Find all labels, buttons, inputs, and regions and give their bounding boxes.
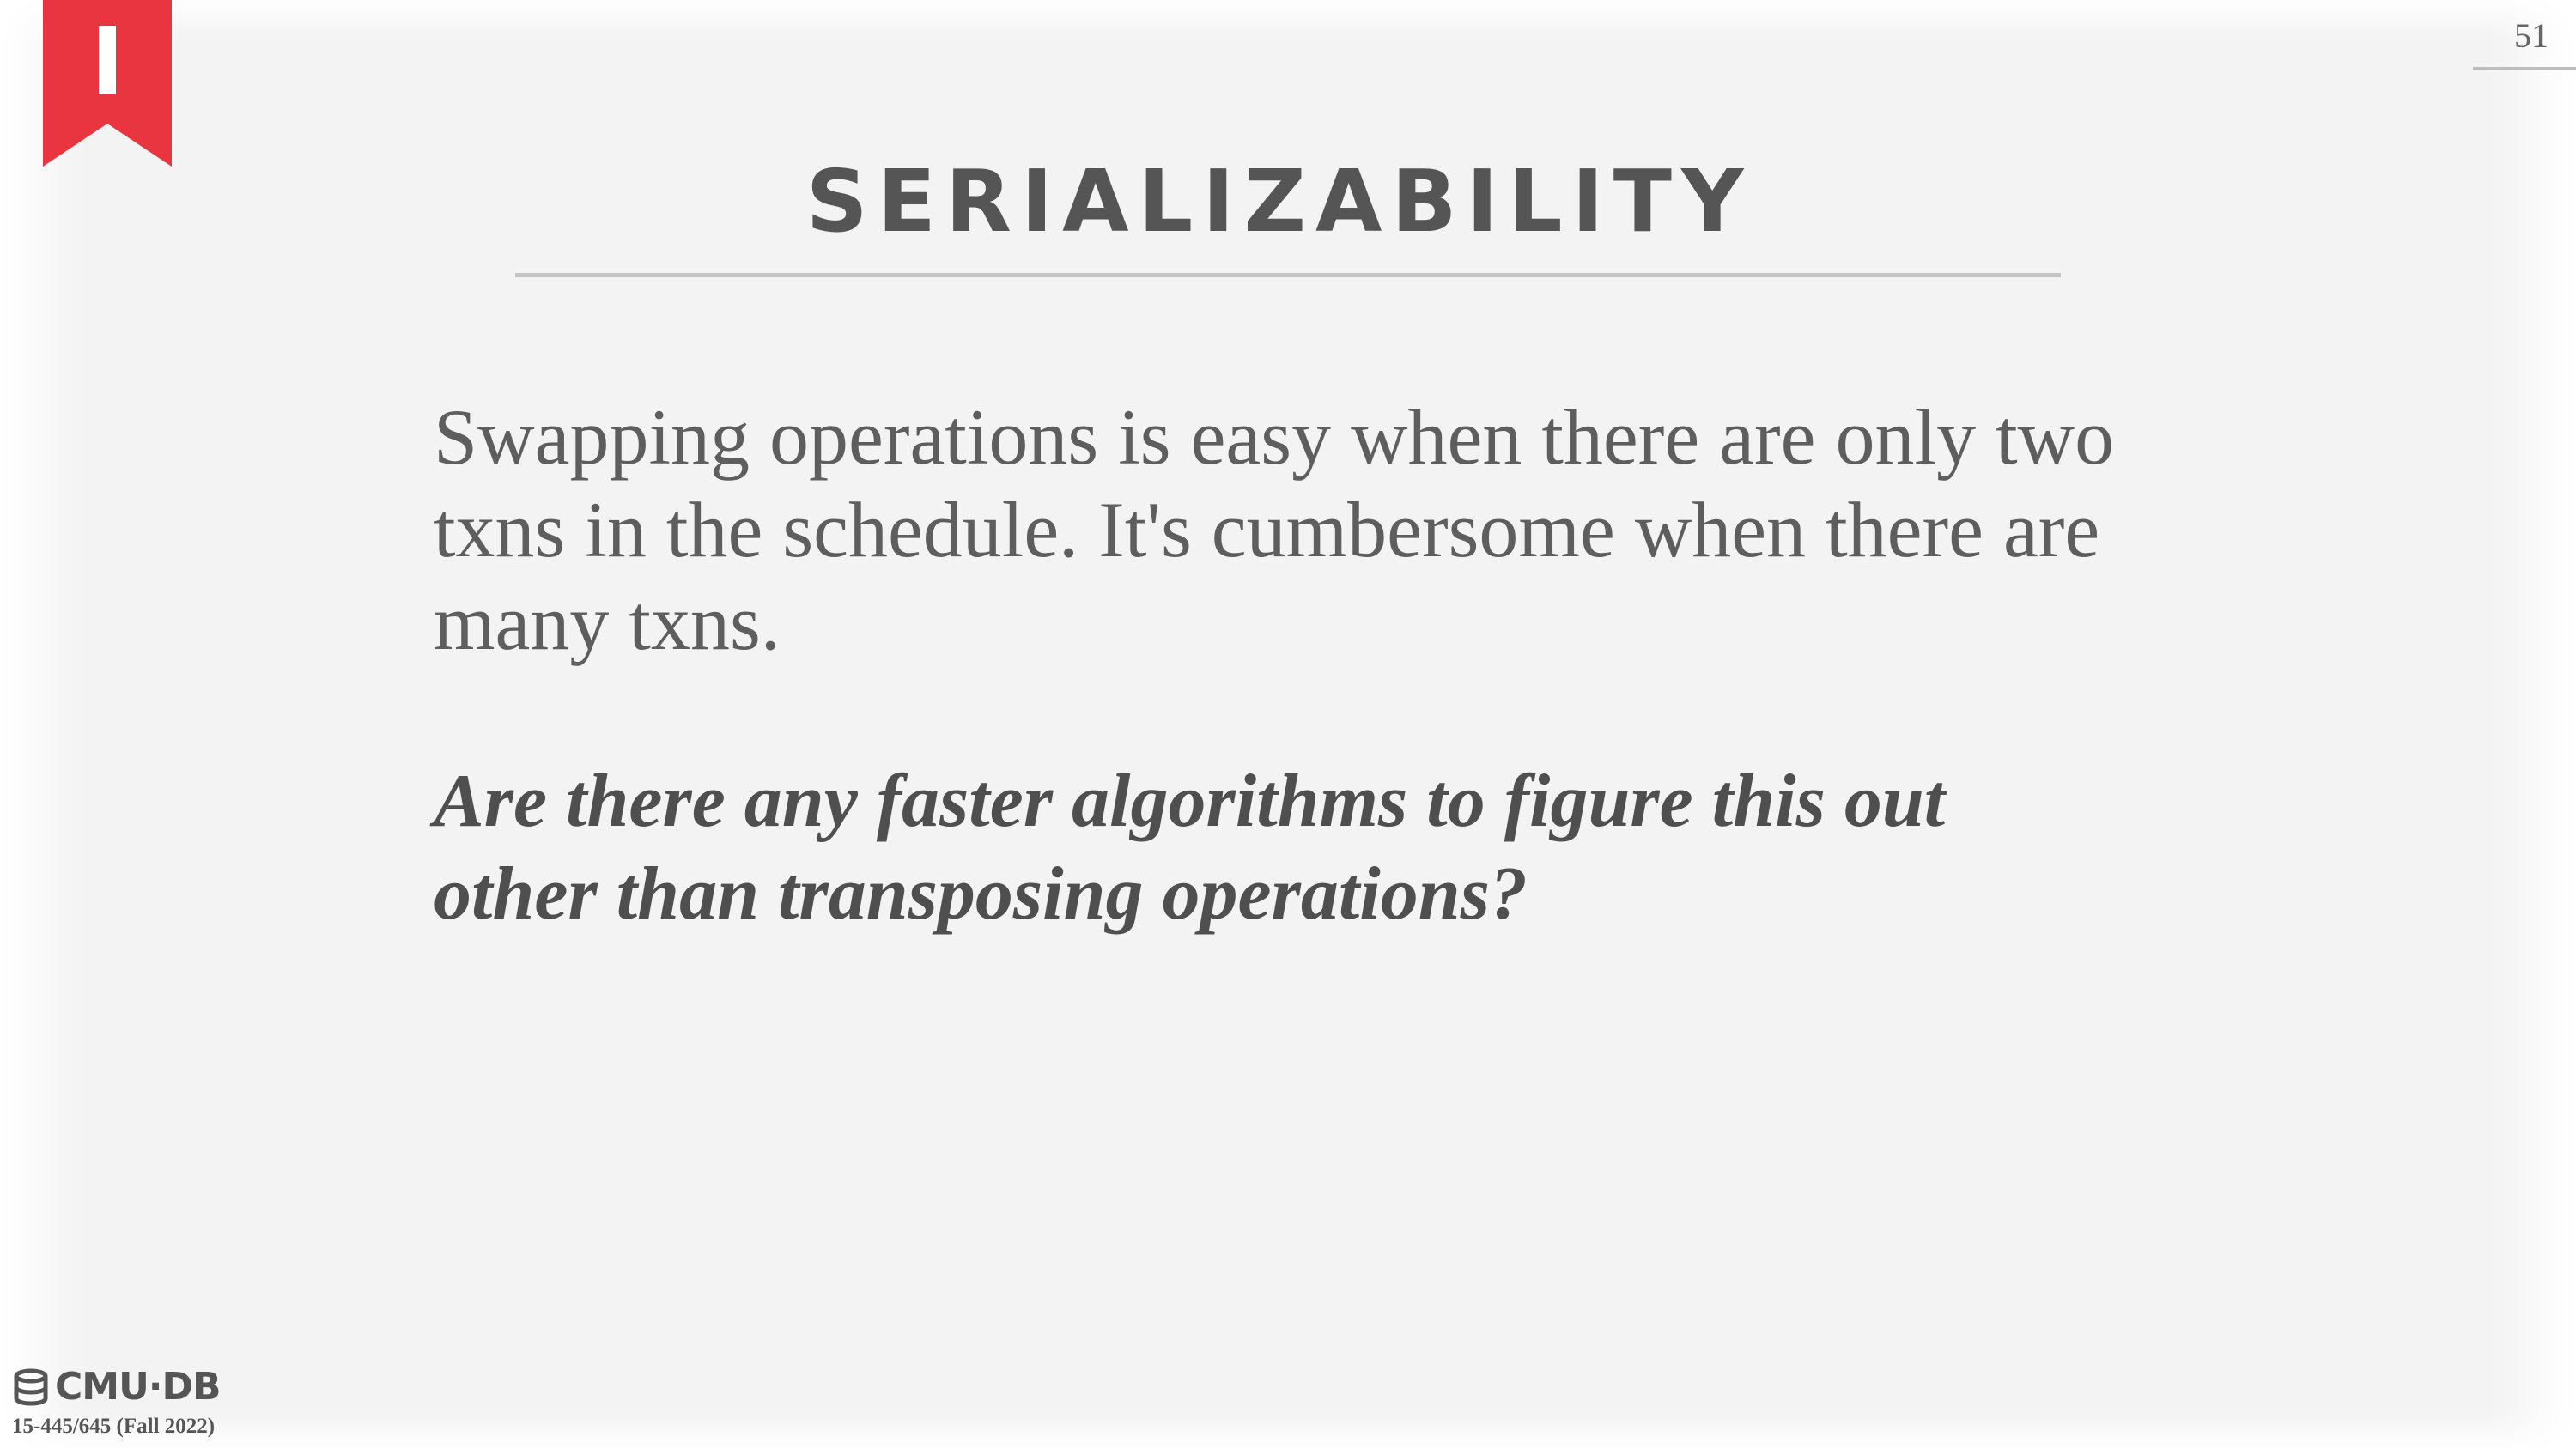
- slide-title: SERIALIZABILITY: [805, 151, 1753, 252]
- slide-number: 51: [2514, 16, 2549, 55]
- question-text: Are there any faster algorithms to figur…: [434, 760, 1946, 936]
- slide: 51 SERIALIZABILITY Swapping operations i…: [0, 0, 2576, 1449]
- course-label: 15-445/645 (Fall 2022): [12, 1415, 216, 1438]
- slide-number-divider: [2473, 67, 2576, 70]
- title-divider: [515, 273, 2061, 277]
- body-text: Swapping operations is easy when there a…: [434, 393, 2115, 666]
- logo-text: CMU·DB: [55, 1365, 222, 1409]
- database-icon: [14, 1368, 48, 1405]
- cmu-db-logo: CMU·DB: [12, 1365, 222, 1409]
